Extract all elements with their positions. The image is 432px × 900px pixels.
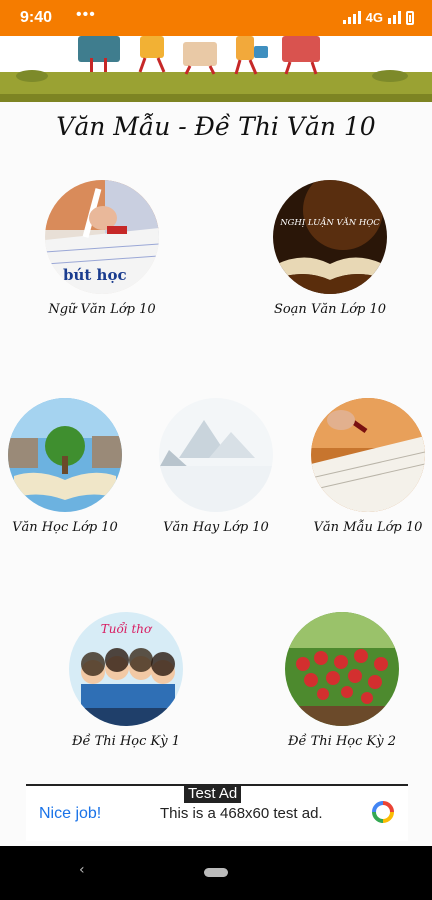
open-book-image: NGHỊ LUẬN VĂN HỌC	[273, 180, 387, 294]
menu-item-label: Văn Mẫu Lớp 10	[313, 520, 423, 535]
cartoon-students-image: Tuổi thơ	[69, 612, 183, 726]
battery-icon	[406, 10, 414, 25]
menu-item-de-thi-hk2[interactable]: Đề Thi Học Kỳ 2	[267, 612, 417, 749]
tree-book-image	[8, 398, 122, 512]
menu-item-soan-van[interactable]: NGHỊ LUẬN VĂN HỌC Soạn Văn Lớp 10	[255, 180, 405, 317]
header-banner	[0, 36, 432, 102]
image-caption: Tuổi thơ	[100, 622, 152, 636]
ad-headline[interactable]: Nice job!	[39, 805, 101, 823]
menu-item-label: Văn Học Lớp 10	[12, 520, 118, 535]
red-flowers-image	[285, 612, 399, 726]
menu-item-label: Đề Thi Học Kỳ 1	[72, 734, 180, 749]
notebook-writing-image: bút học	[45, 180, 159, 294]
data-signal-icon	[388, 11, 401, 24]
menu-item-label: Soạn Văn Lớp 10	[273, 302, 387, 317]
test-ad-tag: Test Ad	[184, 784, 242, 803]
system-navigation-bar: ‹	[0, 846, 432, 900]
misty-mountain-image	[159, 398, 273, 512]
image-caption: NGHỊ LUẬN VĂN HỌC	[280, 218, 380, 228]
cartoon-books-illustration	[16, 36, 408, 82]
signal-icon	[342, 11, 361, 24]
menu-item-label: Đề Thi Học Kỳ 2	[288, 734, 396, 749]
menu-item-label: Ngữ Văn Lớp 10	[48, 302, 156, 317]
page-title: Văn Mẫu - Đề Thi Văn 10	[56, 112, 376, 141]
menu-item-de-thi-hk1[interactable]: Tuổi thơ Đề Thi Học Kỳ 1	[51, 612, 201, 749]
home-pill-icon[interactable]	[204, 868, 228, 877]
menu-item-van-hoc[interactable]: Văn Học Lớp 10	[0, 398, 140, 535]
menu-item-van-mau[interactable]: Văn Mẫu Lớp 10	[293, 398, 432, 535]
status-bar: 9:40 ••• 4G	[0, 0, 432, 36]
banner-ad[interactable]: Test Ad Nice job! This is a 468x60 test …	[26, 784, 408, 841]
status-icons: 4G	[342, 10, 414, 25]
back-icon[interactable]: ‹	[79, 862, 85, 878]
pen-writing-image	[311, 398, 425, 512]
menu-item-van-hay[interactable]: Văn Hay Lớp 10	[141, 398, 291, 535]
ad-description: This is a 468x60 test ad.	[160, 805, 323, 822]
menu-item-ngu-van[interactable]: bút học Ngữ Văn Lớp 10	[27, 180, 177, 317]
ad-choices-icon[interactable]	[372, 801, 394, 823]
image-caption: bút học	[63, 266, 127, 284]
clock: 9:40	[20, 9, 53, 26]
more-notifications-icon: •••	[76, 6, 96, 23]
menu-item-label: Văn Hay Lớp 10	[163, 520, 269, 535]
network-type: 4G	[365, 10, 383, 25]
